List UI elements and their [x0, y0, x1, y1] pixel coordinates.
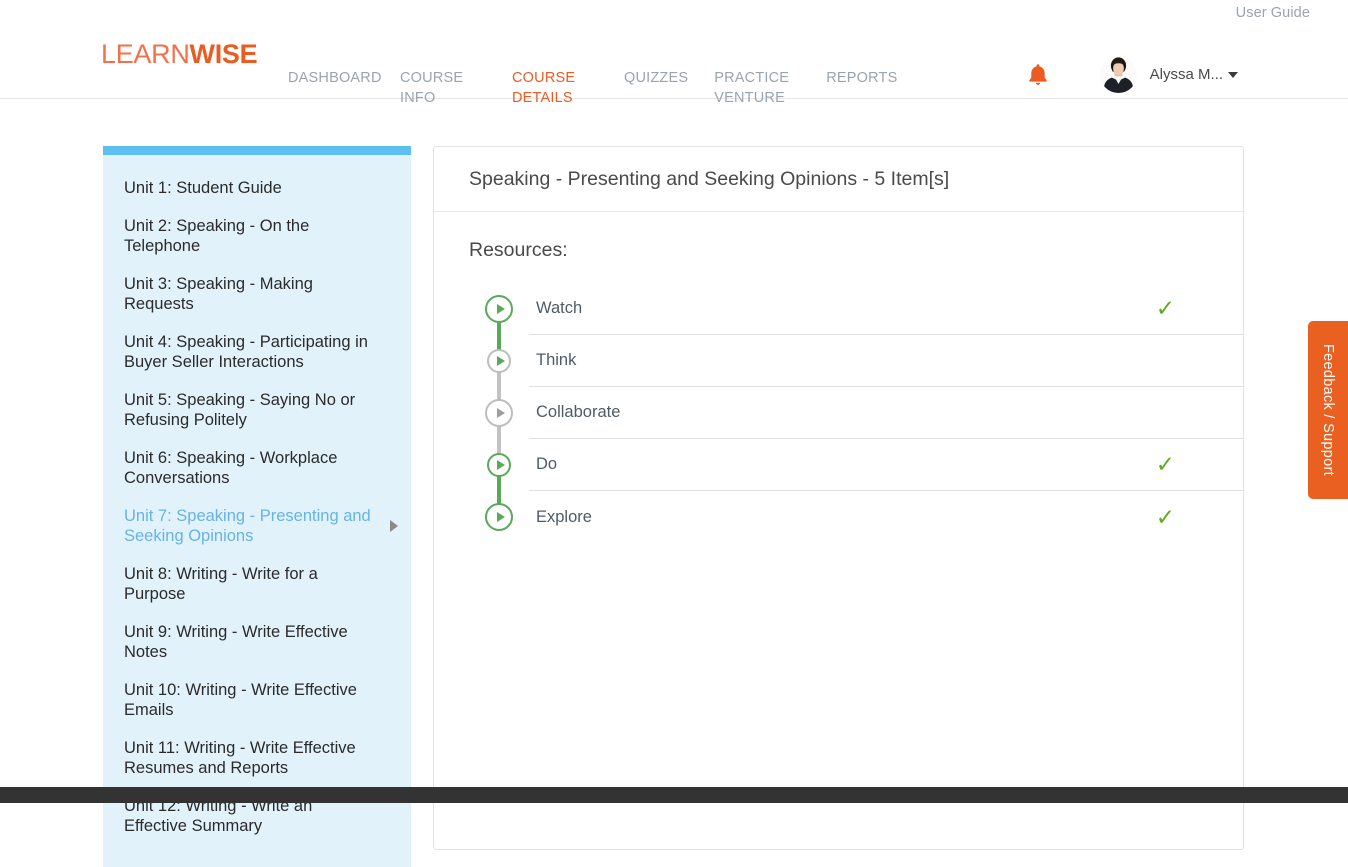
feedback-support-tab[interactable]: Feedback / Support — [1308, 321, 1348, 499]
resource-row-watch[interactable]: Watch ✓ — [469, 283, 1243, 335]
logo-text-wise: WISE — [189, 39, 258, 69]
avatar-photo-icon — [1099, 56, 1137, 93]
sidebar-item-label: Unit 8: Writing - Write for a Purpose — [124, 565, 318, 603]
sidebar-item-unit-3[interactable]: Unit 3: Speaking - Making Requests — [103, 265, 411, 323]
resource-label: Watch — [536, 299, 583, 317]
feedback-support-label: Feedback / Support — [1320, 344, 1336, 476]
play-circle-icon[interactable] — [487, 453, 511, 477]
card-body: Resources: Watch ✓ Think Collaborate Do … — [434, 212, 1243, 543]
sidebar-item-unit-9[interactable]: Unit 9: Writing - Write Effective Notes — [103, 613, 411, 671]
sidebar-item-unit-2[interactable]: Unit 2: Speaking - On the Telephone — [103, 207, 411, 265]
resource-row-think[interactable]: Think — [469, 335, 1243, 387]
course-detail-card: Speaking - Presenting and Seeking Opinio… — [433, 146, 1244, 850]
resource-label-cell: Watch ✓ — [529, 283, 1243, 335]
site-header: LEARNWISE DASHBOARD COURSE INFO COURSE D… — [0, 26, 1348, 106]
sidebar-item-label: Unit 7: Speaking - Presenting and Seekin… — [124, 507, 371, 545]
sidebar-item-label: Unit 11: Writing - Write Effective Resum… — [124, 739, 356, 777]
utility-strip: User Guide — [0, 0, 1348, 26]
logo[interactable]: LEARNWISE — [101, 39, 258, 69]
sidebar-item-unit-1[interactable]: Unit 1: Student Guide — [103, 169, 411, 207]
resource-label: Think — [536, 351, 577, 369]
resource-label: Collaborate — [536, 403, 621, 421]
logo-text-learn: LEARN — [101, 39, 190, 69]
sidebar-item-label: Unit 2: Speaking - On the Telephone — [124, 217, 310, 255]
status-badge-completed: ✓ — [1155, 451, 1175, 477]
resource-label-cell: Do ✓ — [529, 439, 1243, 491]
resource-label: Explore — [536, 507, 592, 526]
sidebar-item-unit-8[interactable]: Unit 8: Writing - Write for a Purpose — [103, 555, 411, 613]
play-triangle-icon — [496, 408, 505, 418]
sidebar-item-unit-6[interactable]: Unit 6: Speaking - Workplace Conversatio… — [103, 439, 411, 497]
timeline-node-column — [469, 283, 529, 335]
unit-sidebar: Unit 1: Student Guide Unit 2: Speaking -… — [103, 146, 411, 867]
header-right-cluster: Alyssa M... — [1016, 56, 1348, 93]
resource-row-do[interactable]: Do ✓ — [469, 439, 1243, 491]
user-name-label[interactable]: Alyssa M... — [1150, 66, 1223, 83]
nav-item-quizzes[interactable]: QUIZZES — [624, 68, 688, 88]
status-badge-completed: ✓ — [1155, 295, 1175, 321]
sidebar-item-unit-4[interactable]: Unit 4: Speaking - Participating in Buye… — [103, 323, 411, 381]
sidebar-item-label: Unit 4: Speaking - Participating in Buye… — [124, 333, 368, 371]
sidebar-item-label: Unit 6: Speaking - Workplace Conversatio… — [124, 449, 338, 487]
chevron-down-icon[interactable] — [1228, 71, 1238, 78]
sidebar-item-label: Unit 5: Speaking - Saying No or Refusing… — [124, 391, 356, 429]
timeline-node-column — [469, 491, 529, 543]
chevron-right-icon — [390, 520, 398, 532]
nav-item-reports[interactable]: REPORTS — [826, 68, 897, 88]
sidebar-item-unit-7[interactable]: Unit 7: Speaking - Presenting and Seekin… — [103, 497, 411, 555]
play-triangle-icon — [496, 460, 505, 470]
site-footer — [0, 787, 1348, 803]
resource-label: Do — [536, 455, 558, 473]
status-badge-completed: ✓ — [1155, 503, 1175, 530]
nav-item-dashboard[interactable]: DASHBOARD — [288, 68, 381, 88]
sidebar-item-unit-11[interactable]: Unit 11: Writing - Write Effective Resum… — [103, 729, 411, 787]
sidebar-item-label: Unit 3: Speaking - Making Requests — [124, 275, 313, 313]
page-title: Speaking - Presenting and Seeking Opinio… — [434, 147, 1243, 212]
sidebar-item-label: Unit 9: Writing - Write Effective Notes — [124, 623, 348, 661]
user-guide-link[interactable]: User Guide — [1236, 5, 1310, 21]
avatar[interactable] — [1099, 56, 1137, 93]
play-triangle-icon — [496, 304, 505, 314]
play-triangle-icon — [496, 356, 505, 366]
play-circle-icon[interactable] — [485, 399, 513, 427]
play-circle-icon[interactable] — [485, 295, 513, 323]
notification-bell-button[interactable] — [1016, 63, 1060, 87]
resource-row-collaborate[interactable]: Collaborate — [469, 387, 1243, 439]
play-circle-icon[interactable] — [485, 503, 513, 531]
timeline-node-column — [469, 387, 529, 439]
sidebar-item-label: Unit 10: Writing - Write Effective Email… — [124, 681, 357, 719]
sidebar-item-label: Unit 1: Student Guide — [124, 179, 282, 197]
timeline-node-column — [469, 439, 529, 491]
resource-label-cell: Think — [529, 335, 1243, 387]
resource-label-cell: Explore ✓ — [529, 491, 1243, 543]
resource-row-explore[interactable]: Explore ✓ — [469, 491, 1243, 543]
sidebar-item-unit-10[interactable]: Unit 10: Writing - Write Effective Email… — [103, 671, 411, 729]
timeline-node-column — [469, 335, 529, 387]
resources-heading: Resources: — [469, 239, 568, 261]
play-circle-icon[interactable] — [487, 349, 511, 373]
resource-label-cell: Collaborate — [529, 387, 1243, 439]
bell-icon — [1029, 63, 1047, 85]
play-triangle-icon — [496, 512, 505, 522]
sidebar-item-unit-5[interactable]: Unit 5: Speaking - Saying No or Refusing… — [103, 381, 411, 439]
resource-timeline: Watch ✓ Think Collaborate Do ✓ Explore ✓ — [469, 283, 1243, 543]
page-body: Unit 1: Student Guide Unit 2: Speaking -… — [0, 99, 1348, 867]
